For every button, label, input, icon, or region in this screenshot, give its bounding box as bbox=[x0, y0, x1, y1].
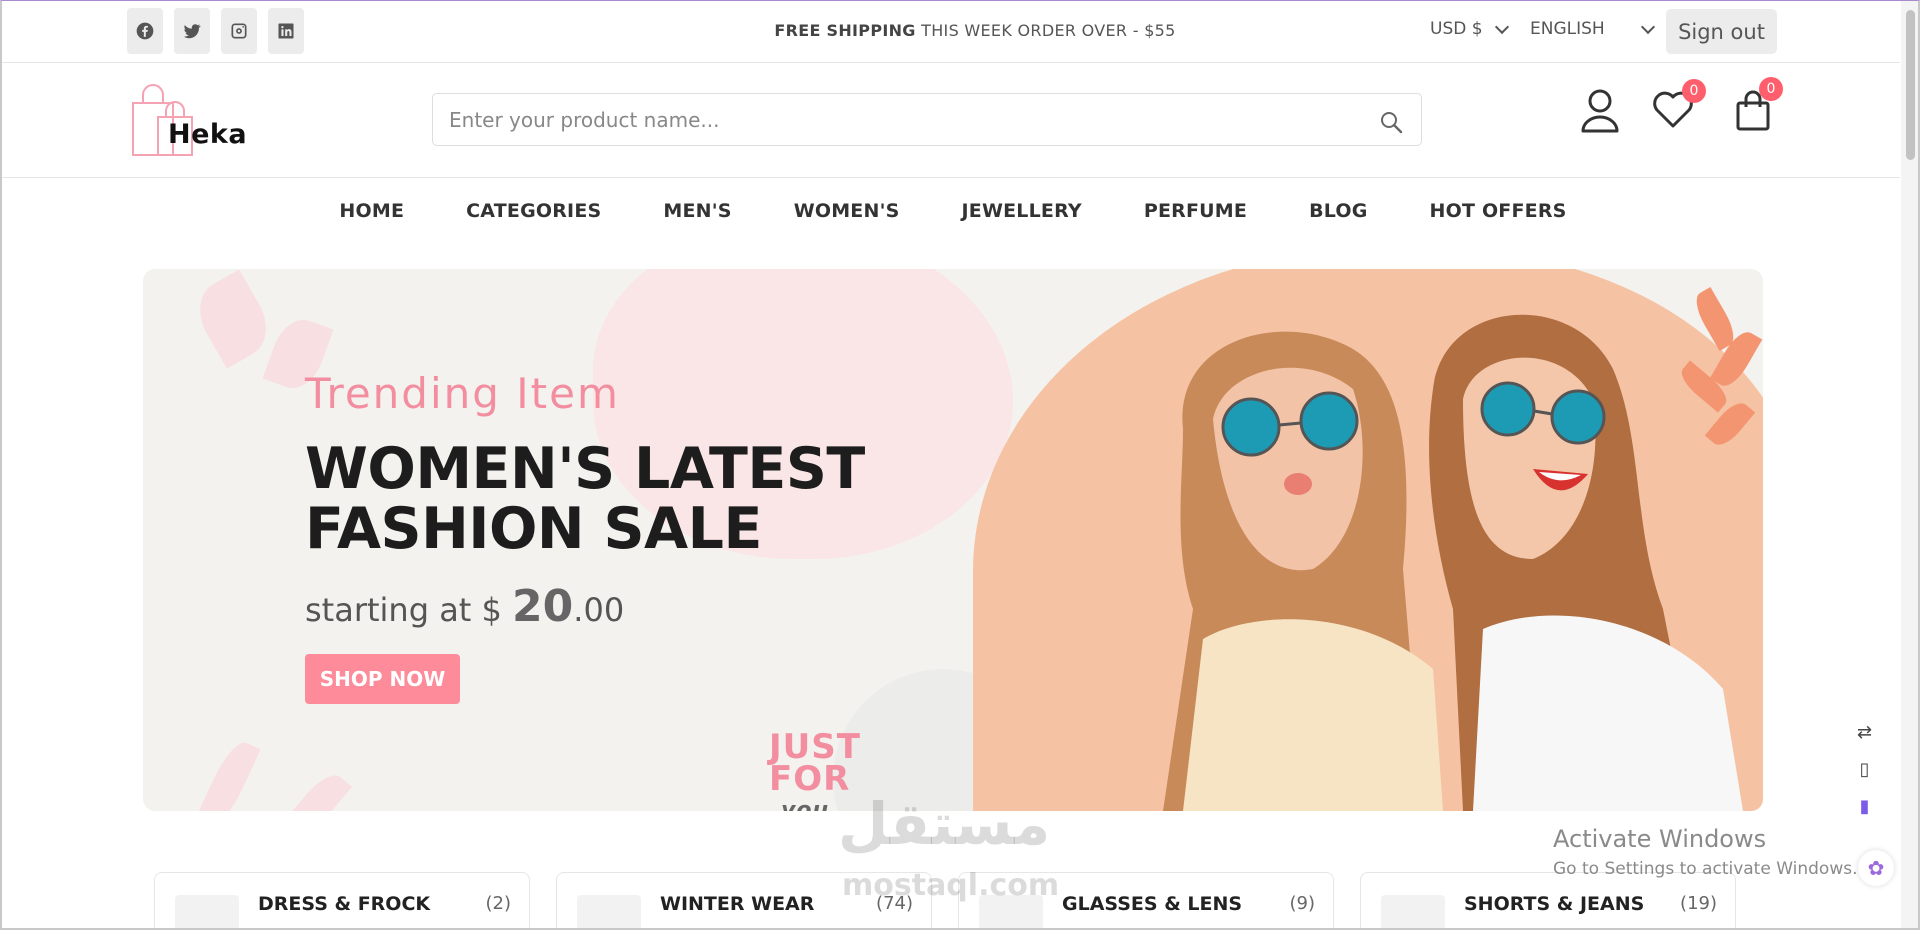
windows-activation-notice: Activate Windows Go to Settings to activ… bbox=[1553, 825, 1858, 879]
shipping-text: THIS WEEK ORDER OVER - $55 bbox=[921, 21, 1176, 40]
search-icon[interactable] bbox=[1379, 110, 1403, 134]
category-count: (9) bbox=[1289, 893, 1316, 914]
chevron-down-icon bbox=[1640, 19, 1655, 34]
category-name: WINTER WEAR bbox=[660, 893, 815, 915]
nav-jewellery[interactable]: JEWELLERY bbox=[931, 200, 1113, 222]
category-name: SHORTS & JEANS bbox=[1464, 893, 1645, 915]
sign-out-button[interactable]: Sign out bbox=[1666, 9, 1777, 54]
main-nav: HOME CATEGORIES MEN'S WOMEN'S JEWELLERY … bbox=[0, 200, 1920, 222]
search-input[interactable] bbox=[433, 94, 1333, 145]
category-count: (19) bbox=[1680, 893, 1717, 914]
page-scrollbar[interactable] bbox=[1901, 0, 1920, 930]
category-card[interactable]: SHORTS & JEANS (19) bbox=[1360, 872, 1736, 930]
category-name: GLASSES & LENS bbox=[1062, 893, 1243, 915]
watermark-arabic: مستقل bbox=[838, 790, 1051, 858]
category-thumbnail bbox=[1381, 895, 1445, 930]
top-bar: FREE SHIPPING THIS WEEK ORDER OVER - $55… bbox=[0, 0, 1900, 63]
language-label: ENGLISH bbox=[1530, 19, 1605, 39]
leaf-decoration bbox=[284, 767, 352, 811]
watermark-latin: mostaql.com bbox=[842, 868, 1060, 903]
category-name: DRESS & FROCK bbox=[258, 893, 431, 915]
cart-count-badge: 0 bbox=[1759, 77, 1783, 101]
hero-price: starting at $ 20.00 bbox=[305, 581, 624, 632]
nav-categories[interactable]: CATEGORIES bbox=[435, 200, 632, 222]
nav-hot-offers[interactable]: HOT OFFERS bbox=[1399, 200, 1598, 222]
user-icon[interactable] bbox=[1580, 89, 1620, 137]
price-whole: 20 bbox=[512, 581, 574, 632]
scrollbar-thumb[interactable] bbox=[1906, 10, 1915, 160]
nav-mens[interactable]: MEN'S bbox=[632, 200, 762, 222]
activate-title: Activate Windows bbox=[1553, 825, 1767, 853]
translate-icon[interactable]: ⇄ bbox=[1857, 722, 1872, 743]
shipping-bold: FREE SHIPPING bbox=[774, 21, 916, 40]
cart-button[interactable]: 0 bbox=[1735, 77, 1783, 135]
wishlist-count-badge: 0 bbox=[1682, 79, 1706, 103]
side-toolbar: ⇄ ▯ ▮ bbox=[1857, 722, 1872, 817]
activate-subtitle: Go to Settings to activate Windows. bbox=[1553, 859, 1858, 879]
book-icon[interactable]: ▯ bbox=[1860, 759, 1870, 780]
search-bar bbox=[432, 93, 1422, 146]
category-thumbnail bbox=[577, 895, 641, 930]
hero-title: WOMEN'S LATEST FASHION SALE bbox=[305, 439, 865, 559]
hero-title-line1: WOMEN'S LATEST bbox=[305, 436, 865, 502]
nav-blog[interactable]: BLOG bbox=[1278, 200, 1398, 222]
chevron-down-icon bbox=[1494, 19, 1509, 34]
hero-photo-two-women bbox=[1163, 314, 1743, 811]
header: Heka 0 0 bbox=[0, 63, 1900, 178]
nav-home[interactable]: HOME bbox=[308, 200, 435, 222]
nav-perfume[interactable]: PERFUME bbox=[1113, 200, 1278, 222]
category-card[interactable]: DRESS & FROCK (2) bbox=[154, 872, 530, 930]
logo[interactable]: Heka bbox=[130, 81, 250, 159]
language-select[interactable]: ENGLISH bbox=[1530, 19, 1655, 39]
wishlist-button[interactable]: 0 bbox=[1652, 79, 1706, 133]
price-prefix: starting at $ bbox=[305, 591, 502, 629]
nav-womens[interactable]: WOMEN'S bbox=[763, 200, 931, 222]
price-cents: .00 bbox=[573, 591, 625, 629]
hero-title-line2: FASHION SALE bbox=[305, 496, 762, 562]
leaf-decoration bbox=[187, 269, 279, 369]
bookmark-icon[interactable]: ▮ bbox=[1860, 796, 1870, 817]
shop-now-button[interactable]: SHOP NOW bbox=[305, 654, 460, 704]
logo-text: Heka bbox=[168, 119, 248, 150]
ai-assistant-icon[interactable]: ✿ bbox=[1858, 850, 1894, 886]
leaf-decoration bbox=[195, 736, 261, 811]
currency-label: USD $ bbox=[1430, 19, 1483, 39]
category-thumbnail bbox=[175, 895, 239, 930]
hero-banner: Trending Item WOMEN'S LATEST FASHION SAL… bbox=[143, 269, 1763, 811]
category-count: (2) bbox=[485, 893, 512, 914]
hero-subtitle: Trending Item bbox=[305, 369, 620, 418]
currency-select[interactable]: USD $ bbox=[1430, 19, 1509, 39]
